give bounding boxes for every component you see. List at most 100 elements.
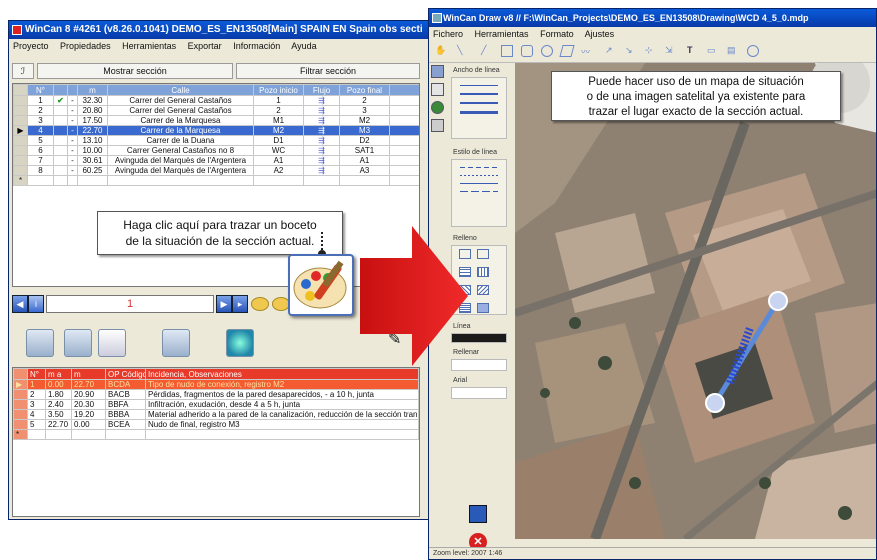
col-header-number[interactable]: N° — [27, 368, 46, 380]
menu-herramientas[interactable]: Herramientas — [122, 41, 176, 51]
menu-informacion[interactable]: Información — [233, 41, 280, 51]
col-header-end-node[interactable]: Pozo final — [339, 84, 390, 96]
photo-icon[interactable] — [64, 329, 92, 357]
rounded-rect-tool-icon[interactable] — [521, 45, 533, 57]
menu-fichero[interactable]: Fichero — [433, 29, 463, 39]
background-map-icon[interactable] — [431, 101, 444, 114]
arrow-tool-icon[interactable]: ↗ — [605, 45, 617, 57]
cell: 1 — [253, 95, 304, 106]
menu-ajustes[interactable]: Ajustes — [585, 29, 615, 39]
line-style-picker[interactable] — [451, 159, 507, 227]
select-tool-icon[interactable] — [431, 65, 444, 78]
new-row[interactable]: * — [13, 175, 419, 186]
node-tool-icon[interactable]: ⊹ — [645, 45, 657, 57]
menu-formato[interactable]: Formato — [540, 29, 574, 39]
comment-icon[interactable] — [251, 297, 269, 311]
first-record-button[interactable]: ◀ — [12, 295, 28, 313]
grid-tool-icon[interactable] — [431, 83, 444, 96]
menu-propiedades[interactable]: Propiedades — [60, 41, 111, 51]
cell: 30.61 — [77, 155, 108, 166]
fill-pattern-option[interactable] — [477, 249, 489, 259]
wincan-draw-window: WinCan Draw v8 // F:\WinCan_Projects\DEM… — [428, 8, 877, 560]
fill-pattern-option[interactable] — [477, 285, 489, 295]
record-number-field[interactable]: 1 — [46, 295, 214, 313]
rectangle-tool-icon[interactable] — [501, 45, 513, 57]
table-row[interactable]: 5 22.70 0.00 BCEA Nudo de final, registr… — [13, 419, 419, 430]
freehand-tool-icon[interactable]: 〰 — [581, 45, 593, 57]
info-icon[interactable]: i — [28, 295, 44, 313]
table-row[interactable]: 7 - 30.61 Avinguda del Marquès de l'Arge… — [13, 155, 419, 166]
table-row[interactable]: 5 - 13.10 Carrer de la Duana D1 ⇶ D2 — [13, 135, 419, 146]
layers-tool-icon[interactable]: ▤ — [727, 45, 739, 57]
last-record-button[interactable]: ▶ — [216, 295, 232, 313]
col-header-code[interactable]: OP Código — [105, 368, 146, 380]
settings-tool-icon[interactable] — [431, 119, 444, 132]
polyline-tool-icon[interactable]: ╱ — [481, 45, 493, 57]
col-header-number[interactable]: N° — [27, 84, 54, 96]
table-row[interactable]: 4 3.50 19.20 BBBA Material adherido a la… — [13, 409, 419, 420]
line-style-option[interactable] — [460, 183, 498, 184]
polygon-tool-icon[interactable] — [559, 45, 575, 57]
table-row[interactable]: 3 - 17.50 Carrer de la Marquesa M1 ⇶ M2 — [13, 115, 419, 126]
line-width-picker[interactable] — [451, 77, 507, 139]
fill-pattern-option[interactable] — [477, 267, 489, 277]
table-row[interactable]: 6 - 10.00 Carrer General Castaños no 8 W… — [13, 145, 419, 156]
globe-icon[interactable] — [226, 329, 254, 357]
table-row[interactable]: 8 - 60.25 Avinguda del Marquès de l'Arge… — [13, 165, 419, 176]
line-style-option[interactable] — [460, 167, 498, 168]
pipe-tool-icon[interactable]: ⇲ — [665, 45, 677, 57]
menu-exportar[interactable]: Exportar — [188, 41, 222, 51]
col-header-length[interactable]: m — [77, 84, 108, 96]
col-header-extra — [389, 84, 419, 96]
text-tool-icon[interactable]: T — [687, 45, 699, 57]
cursor-icon[interactable]: ✋ — [435, 45, 447, 57]
cell: 3 — [339, 105, 390, 116]
menu-herramientas[interactable]: Herramientas — [475, 29, 529, 39]
new-record-button[interactable]: ▸ — [232, 295, 248, 313]
database-icon[interactable] — [26, 329, 54, 357]
col-header-start-node[interactable]: Pozo inicio — [253, 84, 304, 96]
table-row-selected[interactable]: ▶ 1 0.00 22.70 BCDA Tipo de nudo de cone… — [13, 379, 419, 390]
measure-tool-icon[interactable]: ↘ — [625, 45, 637, 57]
menu-proyecto[interactable]: Proyecto — [13, 41, 49, 51]
line-width-option[interactable] — [460, 111, 498, 114]
satellite-map[interactable] — [515, 63, 876, 539]
font-field[interactable] — [451, 387, 507, 399]
callout-line: trazar el lugar exacto de la sección act… — [588, 106, 804, 118]
fill-pattern-option[interactable] — [477, 303, 489, 313]
save-icon[interactable] — [469, 505, 487, 523]
drawing-toolbar: ✋ ╲ ╱ 〰 ↗ ↘ ⊹ ⇲ T ▭ ▤ — [429, 41, 876, 63]
show-section-button[interactable]: Mostrar sección — [37, 63, 233, 79]
line-width-option[interactable] — [460, 85, 498, 86]
cell: 32.30 — [77, 95, 108, 106]
table-row[interactable]: 2 - 20.80 Carrer del General Castaños 2 … — [13, 105, 419, 116]
video-icon[interactable] — [162, 329, 190, 357]
col-header-street[interactable]: Calle — [107, 84, 254, 96]
filter-section-button[interactable]: Filtrar sección — [236, 63, 420, 79]
ellipse-tool-icon[interactable] — [541, 45, 553, 57]
red-arrow-graphic — [360, 226, 468, 366]
col-header-observations[interactable]: Incidencia, Observaciones — [145, 368, 419, 380]
zoom-tool-icon[interactable] — [747, 45, 759, 57]
draw-sketch-icon[interactable] — [288, 254, 354, 316]
table-row[interactable]: 1 ✔ - 32.30 Carrer del General Castaños … — [13, 95, 419, 106]
col-header-distance-a[interactable]: m a — [45, 368, 72, 380]
table-row[interactable]: 3 2.40 20.30 BBFA Infiltración, exudació… — [13, 399, 419, 410]
observations-grid: N° m a m OP Código Incidencia, Observaci… — [12, 367, 420, 517]
col-header-flow[interactable]: Flujo — [303, 84, 340, 96]
line-width-option[interactable] — [460, 93, 498, 95]
line-width-option[interactable] — [460, 102, 498, 104]
table-row[interactable]: 2 1.80 20.90 BACB Pérdidas, fragmentos d… — [13, 389, 419, 400]
picture-tool-icon[interactable]: ▭ — [707, 45, 719, 57]
table-row-selected[interactable]: ▶ 4 - 22.70 Carrer de la Marquesa M2 ⇶ M… — [13, 125, 419, 136]
line-style-option[interactable] — [460, 175, 498, 176]
edit-icon[interactable]: ℐ — [12, 63, 34, 79]
new-row[interactable]: * — [13, 429, 419, 440]
col-header-distance[interactable]: m — [71, 368, 106, 380]
col-header-flag[interactable] — [67, 84, 78, 96]
line-tool-icon[interactable]: ╲ — [457, 45, 469, 57]
menu-ayuda[interactable]: Ayuda — [291, 41, 316, 51]
line-style-option[interactable] — [460, 191, 498, 192]
printer-icon[interactable] — [98, 329, 126, 357]
col-header-status[interactable] — [53, 84, 68, 96]
